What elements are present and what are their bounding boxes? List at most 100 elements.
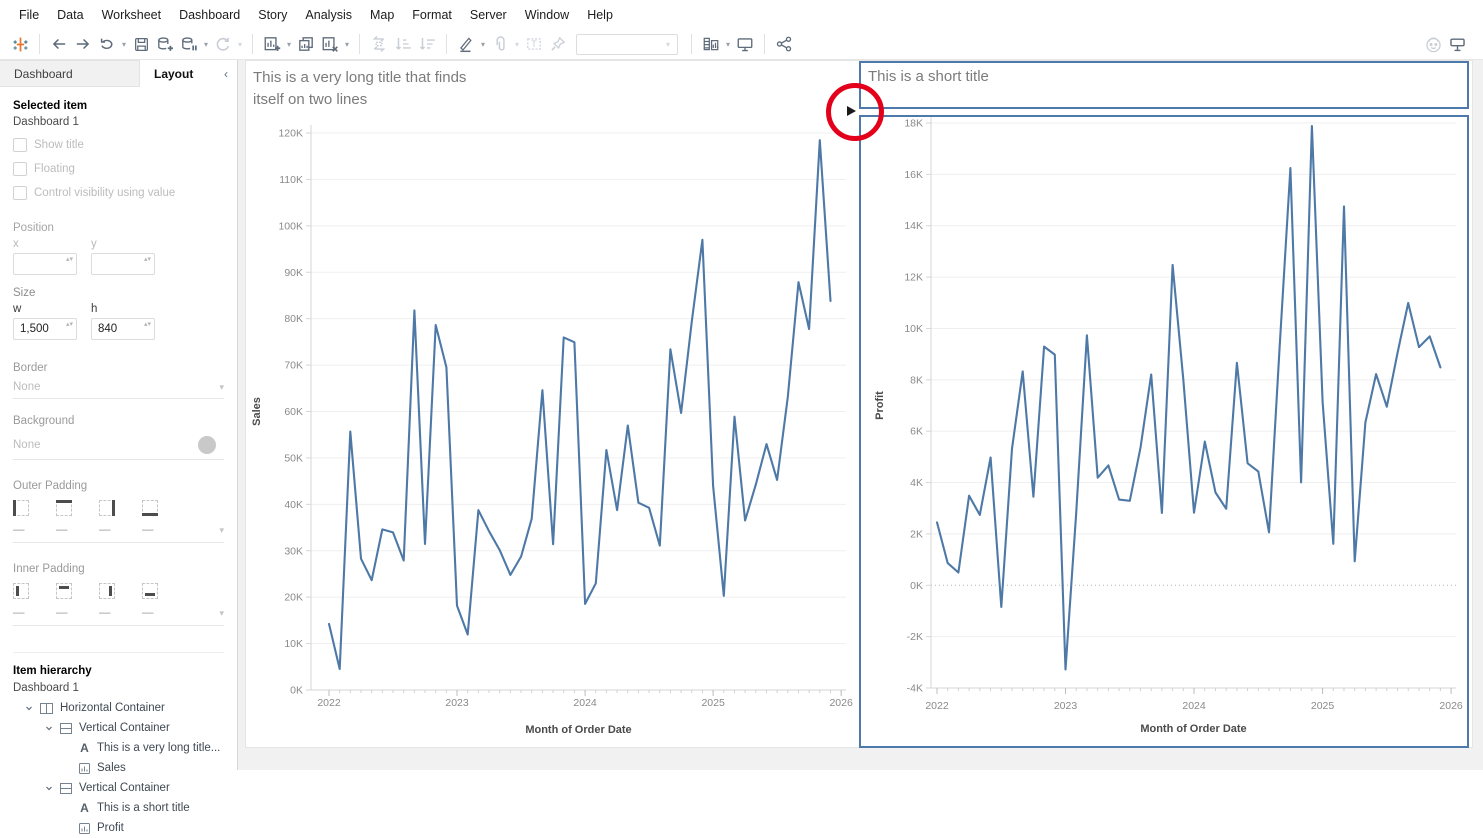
inner-padding-top[interactable]: — [56, 583, 99, 619]
menu-format[interactable]: Format [403, 8, 461, 22]
background-dropdown[interactable]: None [13, 427, 224, 460]
control-visibility-checkbox[interactable]: Control visibility using value [13, 186, 224, 200]
position-x-input[interactable]: ▴▾ [13, 253, 77, 275]
tree-item-long-title-text[interactable]: A This is a very long title... [13, 738, 224, 758]
floating-checkbox[interactable]: Floating [13, 162, 224, 176]
replay-animation-button[interactable] [95, 32, 119, 56]
tree-item-profit-sheet[interactable]: Profit [13, 818, 224, 838]
run-updates-caret[interactable]: ▾ [235, 40, 245, 49]
menu-analysis[interactable]: Analysis [296, 8, 361, 22]
pause-updates-caret[interactable]: ▾ [201, 40, 211, 49]
profit-sheet-container[interactable]: -4K -2K 0K 2K 4K 6K 8K 10K 12K 14K 16K 18K 2022 2023 2… [859, 115, 1469, 748]
menu-window[interactable]: Window [516, 8, 578, 22]
group-members-button[interactable] [488, 32, 512, 56]
size-h-label: h [91, 303, 98, 315]
tree-item-short-title-text[interactable]: A This is a short title [13, 798, 224, 818]
back-button[interactable] [47, 32, 71, 56]
fit-selector[interactable]: ▾ [576, 33, 678, 55]
new-data-source-button[interactable] [153, 32, 177, 56]
inner-padding-bottom[interactable]: — [142, 583, 185, 619]
padding-left-icon [13, 500, 29, 516]
hierarchy-root[interactable]: Dashboard 1 [13, 682, 224, 694]
clear-sheet-button[interactable] [318, 32, 342, 56]
swap-rows-columns-button[interactable] [367, 32, 391, 56]
new-worksheet-caret[interactable]: ▾ [284, 40, 294, 49]
menu-data[interactable]: Data [48, 8, 92, 22]
einstein-copilot-icon[interactable] [1421, 32, 1445, 56]
outer-padding-left[interactable]: — [13, 500, 56, 536]
replay-caret[interactable]: ▾ [119, 40, 129, 49]
tree-item-horizontal-container[interactable]: Horizontal Container [13, 698, 224, 718]
collapse-panel-icon[interactable]: ‹ [224, 60, 237, 87]
tab-dashboard[interactable]: Dashboard [0, 60, 140, 87]
new-worksheet-button[interactable] [260, 32, 284, 56]
chevron-down-icon[interactable] [25, 704, 35, 712]
tree-item-vertical-container-2[interactable]: Vertical Container [13, 778, 224, 798]
show-hide-cards-button[interactable] [699, 32, 723, 56]
save-button[interactable] [129, 32, 153, 56]
inner-padding-right[interactable]: — [99, 583, 142, 619]
menu-worksheet[interactable]: Worksheet [93, 8, 171, 22]
fix-axes-button[interactable] [546, 32, 570, 56]
dashboard-surface[interactable]: This is a very long title that finds its… [245, 60, 1473, 748]
chevron-down-icon: ▾ [219, 525, 224, 535]
show-title-checkbox[interactable]: Show title [13, 138, 224, 152]
highlight-caret[interactable]: ▾ [478, 40, 488, 49]
background-color-swatch[interactable] [198, 436, 216, 454]
menu-server[interactable]: Server [461, 8, 516, 22]
outer-padding-right[interactable]: — [99, 500, 142, 536]
tab-layout[interactable]: Layout [140, 60, 212, 87]
forward-button[interactable] [71, 32, 95, 56]
svg-text:2024: 2024 [1182, 700, 1206, 712]
show-hide-cards-caret[interactable]: ▾ [723, 40, 733, 49]
svg-text:T: T [531, 39, 537, 49]
spinner-arrows-icon[interactable]: ▴▾ [66, 255, 73, 264]
share-workbook-button[interactable] [772, 32, 796, 56]
fit-selector-caret: ▾ [665, 39, 670, 49]
spinner-arrows-icon[interactable]: ▴▾ [144, 320, 151, 329]
size-h-input[interactable]: 840 ▴▾ [91, 318, 155, 340]
long-title-text-object[interactable]: This is a very long title that finds its… [253, 67, 471, 111]
sales-chart[interactable]: 0K 10K 20K 30K 40K 50K 60K 70K 80K 90K 100K 110K 120… [246, 109, 859, 749]
menu-story[interactable]: Story [249, 8, 296, 22]
menu-help[interactable]: Help [578, 8, 622, 22]
spinner-arrows-icon[interactable]: ▴▾ [66, 320, 73, 329]
inner-padding-left[interactable]: — [13, 583, 56, 619]
checkbox-icon [13, 186, 27, 200]
duplicate-sheet-button[interactable] [294, 32, 318, 56]
tree-item-vertical-container-1[interactable]: Vertical Container [13, 718, 224, 738]
padding-bottom-icon [142, 583, 158, 599]
pause-auto-updates-button[interactable] [177, 32, 201, 56]
show-mark-labels-button[interactable]: T [522, 32, 546, 56]
border-heading: Border [13, 362, 48, 374]
run-auto-updates-button[interactable] [211, 32, 235, 56]
show-me-button[interactable] [1445, 32, 1469, 56]
position-y-label: y [91, 238, 97, 250]
svg-text:2026: 2026 [829, 697, 853, 709]
sort-ascending-button[interactable] [391, 32, 415, 56]
chevron-down-icon[interactable] [45, 724, 55, 732]
tree-item-sales-sheet[interactable]: Sales [13, 758, 224, 778]
group-members-caret[interactable]: ▾ [512, 40, 522, 49]
highlight-button[interactable] [454, 32, 478, 56]
spinner-arrows-icon[interactable]: ▴▾ [144, 255, 151, 264]
position-y-input[interactable]: ▴▾ [91, 253, 155, 275]
short-title-text-object[interactable]: This is a short title [859, 61, 1469, 109]
border-dropdown[interactable]: None ▾ [13, 374, 224, 399]
text-object-icon: A [80, 741, 89, 755]
outer-padding-bottom[interactable]: — [142, 500, 185, 536]
size-w-input[interactable]: 1,500 ▴▾ [13, 318, 77, 340]
chevron-down-icon[interactable] [45, 784, 55, 792]
menu-bar: File Data Worksheet Dashboard Story Anal… [0, 0, 1483, 29]
sort-descending-button[interactable] [415, 32, 439, 56]
outer-padding-top[interactable]: — [56, 500, 99, 536]
menu-dashboard[interactable]: Dashboard [170, 8, 249, 22]
menu-file[interactable]: File [10, 8, 48, 22]
show-title-label: Show title [34, 139, 84, 151]
presentation-mode-button[interactable] [733, 32, 757, 56]
container-handle-arrow-icon[interactable] [847, 106, 856, 116]
svg-text:10K: 10K [284, 638, 303, 650]
menu-map[interactable]: Map [361, 8, 403, 22]
clear-sheet-caret[interactable]: ▾ [342, 40, 352, 49]
profit-chart[interactable]: -4K -2K 0K 2K 4K 6K 8K 10K 12K 14K 16K 18K 2022 2023 2… [861, 117, 1467, 746]
